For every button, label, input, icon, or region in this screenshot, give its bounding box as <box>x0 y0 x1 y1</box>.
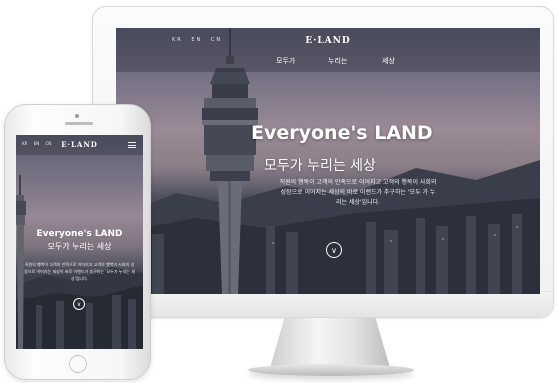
hero-title: Everyone's LAND <box>251 122 433 144</box>
phone-speaker <box>65 122 93 125</box>
hero-subtitle: 모두가 누리는 세상 <box>264 158 376 174</box>
nav-item-1[interactable]: 모두가 <box>276 56 295 66</box>
hero-description: 직원의 행복이 고객의 만족으로 이어지고 고객의 행복이 사회의 성장으로 이… <box>279 179 437 206</box>
mobile-site-logo[interactable]: E·LAND <box>16 140 143 149</box>
mobile-hero-title: Everyone's LAND <box>36 229 123 239</box>
chevron-down-icon: ∨ <box>331 245 337 255</box>
mobile-scroll-down-button[interactable]: ∨ <box>73 298 85 310</box>
hamburger-icon[interactable] <box>128 142 136 148</box>
mobile-hero-description: 직원의 행복이 고객의 만족으로 이어지고 고객의 행복이 사회의 성장으로 이… <box>24 262 135 281</box>
phone-camera <box>75 114 79 118</box>
scroll-down-button[interactable]: ∨ <box>326 242 342 258</box>
site-logo[interactable]: E·LAND <box>116 36 540 46</box>
monitor-stand-neck <box>270 318 390 368</box>
mobile-screen: KR EN CN E·LAND Everyone's LAND 모두가 누리는 … <box>16 135 143 349</box>
desktop-screen: KR EN CN E·LAND 모두가 누리는 세상 Everyone's LA… <box>116 28 540 294</box>
nav-item-3[interactable]: 세상 <box>382 56 395 66</box>
phone-home-button <box>69 355 87 373</box>
monitor-stand-base <box>248 364 414 376</box>
mobile-hero-subtitle: 모두가 누리는 세상 <box>47 242 112 251</box>
chevron-down-icon: ∨ <box>76 300 82 308</box>
monitor-chin <box>93 291 553 317</box>
site-header: KR EN CN E·LAND 모두가 누리는 세상 <box>116 28 540 72</box>
mobile-header: KR EN CN E·LAND <box>16 135 143 155</box>
nav-item-2[interactable]: 누리는 <box>328 56 347 66</box>
